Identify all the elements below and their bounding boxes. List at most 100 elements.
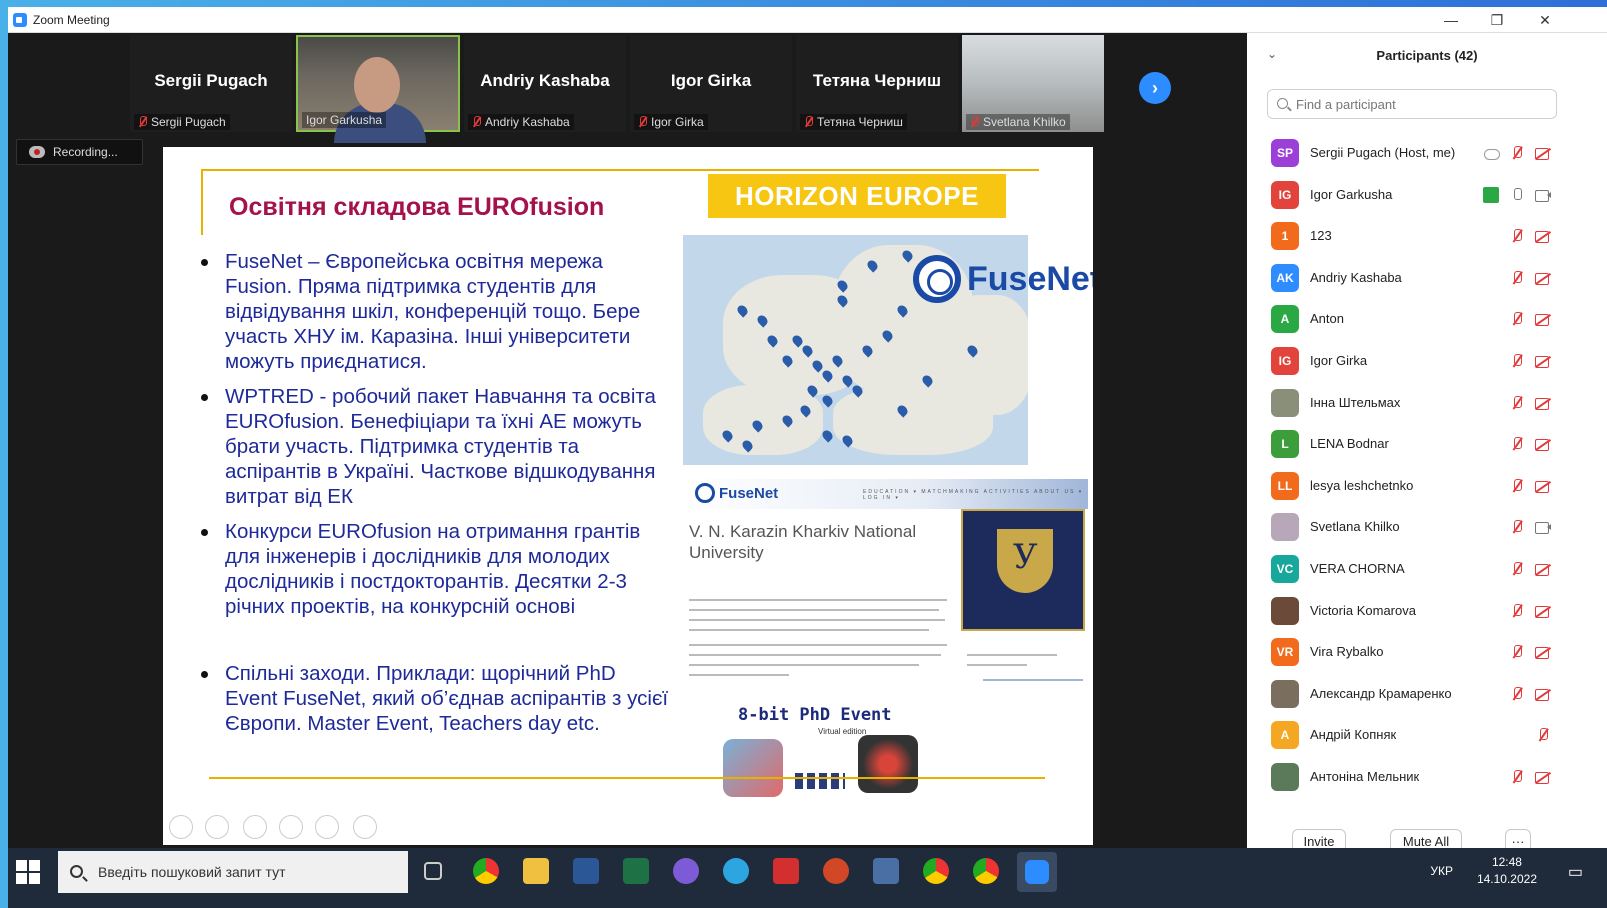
- notifications-icon[interactable]: ▭: [1568, 862, 1583, 882]
- video-tile[interactable]: Igor Girka Igor Girka: [630, 35, 792, 132]
- tile-label: Svetlana Khilko: [966, 114, 1070, 130]
- stellarator-icon: [858, 735, 918, 793]
- university-name: V. N. Karazin Kharkiv National Universit…: [689, 522, 917, 562]
- participant-row[interactable]: Александр Крамаренко: [1247, 674, 1587, 715]
- slides-icon[interactable]: [279, 815, 303, 839]
- excel-icon[interactable]: [623, 858, 649, 884]
- bullet-dot: [201, 259, 208, 266]
- minimize-button[interactable]: —: [1428, 7, 1474, 33]
- video-off-icon[interactable]: [1535, 395, 1551, 411]
- participant-name: VERA CHORNA: [1310, 561, 1405, 576]
- video-icon[interactable]: [1535, 519, 1551, 535]
- powerpoint-icon[interactable]: [823, 858, 849, 884]
- participant-row[interactable]: AK Andriy Kashaba: [1247, 258, 1587, 299]
- mic-muted-icon[interactable]: [1509, 519, 1525, 535]
- mic-muted-icon[interactable]: [1509, 270, 1525, 286]
- participant-row[interactable]: LL lesya leshchetnko: [1247, 466, 1587, 507]
- file-explorer-icon[interactable]: [523, 858, 549, 884]
- video-off-icon[interactable]: [1535, 436, 1551, 452]
- video-off-icon[interactable]: [1535, 644, 1551, 660]
- bullet-item: FuseNet – Європейська освітня мережа Fus…: [201, 249, 671, 374]
- participant-row[interactable]: IG Igor Garkusha: [1247, 175, 1587, 216]
- video-off-icon[interactable]: [1535, 686, 1551, 702]
- app-icon[interactable]: [873, 858, 899, 884]
- video-tile[interactable]: Sergii Pugach Sergii Pugach: [130, 35, 292, 132]
- mic-muted-icon[interactable]: [1509, 561, 1525, 577]
- participant-row[interactable]: 1 123: [1247, 216, 1587, 257]
- word-icon[interactable]: [573, 858, 599, 884]
- viber-icon[interactable]: [673, 858, 699, 884]
- horizon-europe-badge: HORIZON EUROPE: [708, 174, 1006, 218]
- mic-muted-icon[interactable]: [1509, 353, 1525, 369]
- tile-name: Igor Girka: [670, 71, 752, 90]
- video-off-icon[interactable]: [1535, 769, 1551, 785]
- zoom-taskbar-button[interactable]: [1017, 852, 1057, 892]
- tile-label: Тетяна Черниш: [800, 114, 907, 130]
- recording-indicator[interactable]: Recording...: [16, 139, 143, 165]
- mic-muted-icon[interactable]: [1509, 228, 1525, 244]
- restore-button[interactable]: ❐: [1474, 7, 1520, 33]
- clock[interactable]: 12:48 14.10.2022: [1477, 854, 1537, 888]
- video-icon[interactable]: [1535, 187, 1551, 203]
- participant-row[interactable]: VC VERA CHORNA: [1247, 549, 1587, 590]
- participant-search-input[interactable]: Find a participant: [1267, 89, 1557, 119]
- participant-row[interactable]: Антоніна Мельник: [1247, 757, 1587, 798]
- windows-start-button[interactable]: [16, 860, 42, 886]
- mic-muted-icon[interactable]: [1509, 478, 1525, 494]
- participant-row[interactable]: IG Igor Girka: [1247, 341, 1587, 382]
- video-tile[interactable]: Svetlana Khilko: [962, 35, 1104, 132]
- participant-name: lesya leshchetnko: [1310, 477, 1414, 493]
- mic-muted-icon[interactable]: [1509, 145, 1525, 161]
- more-options-icon[interactable]: [353, 815, 377, 839]
- video-tile-active-speaker[interactable]: Igor Garkusha: [296, 35, 460, 143]
- participant-name: Vira Rybalko: [1310, 644, 1384, 660]
- video-off-icon[interactable]: [1535, 478, 1551, 494]
- participant-row[interactable]: A Anton: [1247, 299, 1587, 340]
- participant-row[interactable]: Victoria Komarova: [1247, 591, 1587, 632]
- mic-muted-icon[interactable]: [1509, 644, 1525, 660]
- participant-name: Інна Штельмах: [1310, 394, 1401, 410]
- task-view-icon[interactable]: [424, 862, 442, 880]
- acrobat-icon[interactable]: [773, 858, 799, 884]
- video-off-icon[interactable]: [1535, 145, 1551, 161]
- mic-muted-icon[interactable]: [1509, 311, 1525, 327]
- video-off-icon[interactable]: [1535, 561, 1551, 577]
- participant-row[interactable]: L LENA Bodnar: [1247, 424, 1587, 465]
- mic-muted-icon[interactable]: [1509, 395, 1525, 411]
- participant-name: Андрій Копняк: [1310, 727, 1397, 743]
- video-tile[interactable]: Andriy Kashaba Andriy Kashaba: [464, 35, 626, 132]
- chrome-icon[interactable]: [473, 858, 499, 884]
- participant-name: Антоніна Мельник: [1310, 769, 1420, 784]
- video-off-icon[interactable]: [1535, 603, 1551, 619]
- chrome-profile-icon[interactable]: [973, 858, 999, 884]
- next-slide-icon[interactable]: [205, 815, 229, 839]
- video-tile[interactable]: Тетяна Черниш Тетяна Черниш: [796, 35, 958, 132]
- zoom-icon[interactable]: [315, 815, 339, 839]
- participant-row[interactable]: VR Vira Rybalko: [1247, 632, 1587, 673]
- participant-row[interactable]: A Андрій Копняк: [1247, 715, 1587, 756]
- mic-muted-icon[interactable]: [1509, 603, 1525, 619]
- mic-icon[interactable]: [1509, 187, 1525, 203]
- telegram-icon[interactable]: [723, 858, 749, 884]
- chrome-profile-icon[interactable]: [923, 858, 949, 884]
- video-off-icon[interactable]: [1535, 228, 1551, 244]
- mic-muted-icon[interactable]: [1509, 686, 1525, 702]
- video-off-icon[interactable]: [1535, 311, 1551, 327]
- mic-muted-icon[interactable]: [1535, 727, 1551, 743]
- participant-row[interactable]: Інна Штельмах: [1247, 383, 1587, 424]
- participant-row[interactable]: Svetlana Khilko: [1247, 507, 1587, 548]
- language-indicator[interactable]: УКР: [1430, 864, 1453, 878]
- mic-muted-icon[interactable]: [1509, 436, 1525, 452]
- participant-row[interactable]: SP Sergii Pugach (Host, me): [1247, 133, 1587, 174]
- pen-icon[interactable]: [243, 815, 267, 839]
- prev-slide-icon[interactable]: [169, 815, 193, 839]
- tile-name: Andriy Kashaba: [480, 71, 610, 90]
- cloud-record-icon: [29, 146, 45, 158]
- video-off-icon[interactable]: [1535, 353, 1551, 369]
- mic-muted-icon[interactable]: [1509, 769, 1525, 785]
- taskbar-search-input[interactable]: Введіть пошуковий запит тут: [58, 851, 408, 893]
- close-button[interactable]: ✕: [1522, 7, 1568, 33]
- chevron-down-icon[interactable]: ⌄: [1267, 47, 1277, 61]
- video-off-icon[interactable]: [1535, 270, 1551, 286]
- next-page-button[interactable]: ›: [1139, 72, 1171, 104]
